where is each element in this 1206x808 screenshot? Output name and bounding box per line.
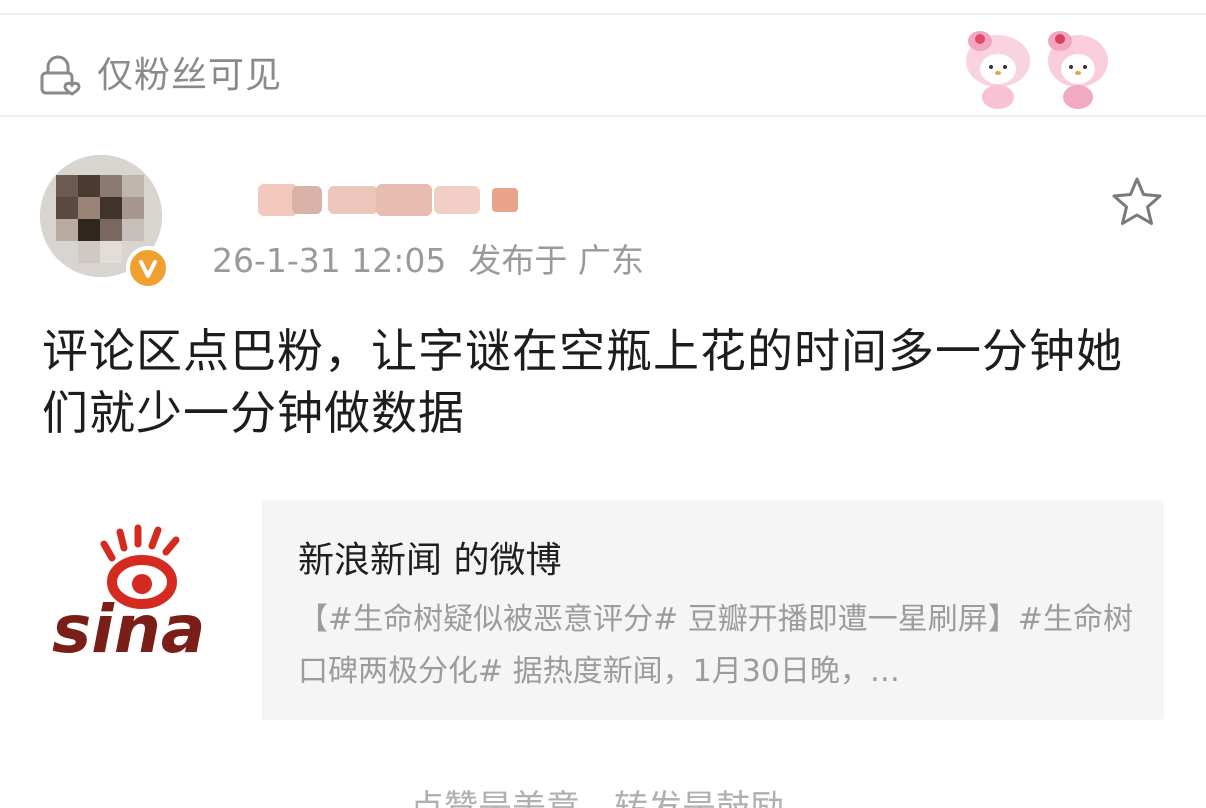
visibility-label: 仅粉丝可见 xyxy=(97,55,283,96)
verified-badge-icon xyxy=(126,246,170,290)
favorite-star-icon[interactable] xyxy=(1110,175,1164,229)
author-name-obscured[interactable] xyxy=(258,178,528,222)
card-description: 【#生命树疑似被恶意评分# 豆瓣开播即遭一星刷屏】#生命树口碑两极分化# 据热度… xyxy=(298,602,1133,689)
lock-heart-icon xyxy=(40,55,81,96)
melody-sticker xyxy=(966,31,1030,109)
visibility-bar: 仅粉丝可见 xyxy=(0,15,1206,117)
news-link-card[interactable]: sina 新浪新闻 的微博 【#生命树疑似被恶意评分# 豆瓣开播即遭一星刷屏】#… xyxy=(42,500,1164,720)
post-text: 评论区点巴粉，让字谜在空瓶上花的时间多一分钟她们就少一分钟做数据 xyxy=(42,324,1123,440)
svg-text:sina: sina xyxy=(52,591,205,668)
post-location: 发布于 广东 xyxy=(468,241,644,280)
weibo-post-screen: 仅粉丝可见 26-1-31 12:05 发布于 广东 评论区点巴粉，让字谜在空瓶… xyxy=(0,0,1206,808)
melody-sticker xyxy=(1048,31,1108,109)
card-title: 新浪新闻 的微博 xyxy=(298,540,562,581)
bottom-hint-text: 点赞是美意，转发是鼓励 xyxy=(410,788,784,808)
post-timestamp: 26-1-31 12:05 xyxy=(212,241,447,280)
post-meta: 26-1-31 12:05 发布于 广东 xyxy=(212,239,666,283)
sina-logo: sina xyxy=(42,500,262,720)
